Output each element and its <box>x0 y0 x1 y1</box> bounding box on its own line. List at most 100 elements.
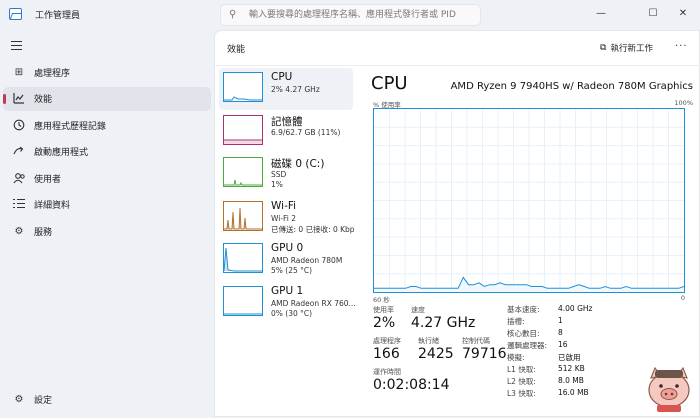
nav-item-label: 效能 <box>34 95 53 105</box>
wifi-thumbnail-graph <box>223 201 263 231</box>
processes-value: 166 <box>373 346 400 362</box>
threads-value: 2425 <box>418 346 454 362</box>
nav-item-label: 使用者 <box>34 175 62 185</box>
device-detail: 2% 4.27 GHz <box>271 85 320 94</box>
utilization-label: 使用率 <box>373 306 394 314</box>
hamburger-menu-icon[interactable] <box>11 41 22 50</box>
device-item-gpu0[interactable]: GPU 0 AMD Radeon 780M 5% (25 °C) <box>219 239 353 281</box>
cpu-graph-svg <box>374 109 685 292</box>
details-list-icon <box>12 198 26 212</box>
device-detail: 6.9/62.7 GB (11%) <box>271 128 341 137</box>
device-detail: Wi-Fi 2 <box>271 214 297 223</box>
spec-value: 512 KB <box>558 364 585 373</box>
pig-mascot-watermark <box>643 362 696 414</box>
cpu-model: AMD Ryzen 9 7940HS w/ Radeon 780M Graphi… <box>450 81 693 92</box>
memory-thumbnail-graph <box>223 115 263 145</box>
maximize-button[interactable]: ☐ <box>638 0 668 26</box>
nav-item-settings[interactable]: ⚙ 設定 <box>3 388 211 412</box>
nav-item-label: 啟動應用程式 <box>34 148 89 158</box>
nav-item-performance[interactable]: 效能 <box>3 87 211 111</box>
spec-label: 核心數目: <box>507 329 540 338</box>
spec-value: 8.0 MB <box>558 376 584 385</box>
uptime-value: 0:02:08:14 <box>373 377 450 393</box>
nav-item-label: 詳細資料 <box>34 201 71 211</box>
device-detail: 0% (30 °C) <box>271 309 313 318</box>
header-divider <box>215 65 700 66</box>
performance-page: 效能 ⧉ 執行新工作 ··· CPU 2% 4.27 GHz 記憶體 6.9/6… <box>214 30 700 417</box>
startup-icon <box>12 145 26 159</box>
spec-label: 插槽: <box>507 317 525 326</box>
spec-label: L3 快取: <box>507 389 536 398</box>
minimize-button[interactable]: — <box>586 0 616 26</box>
spec-label: 基本速度: <box>507 305 540 314</box>
nav-item-processes[interactable]: ⊞ 處理程序 <box>3 61 211 85</box>
gpu1-thumbnail-graph <box>223 286 263 316</box>
nav-item-label: 設定 <box>34 396 53 406</box>
handles-label: 控制代碼 <box>462 337 490 345</box>
disk-thumbnail-graph <box>223 157 263 187</box>
run-new-task-label: 執行新工作 <box>610 44 653 54</box>
spec-value: 16 <box>558 340 568 349</box>
max-label: 100% <box>674 99 693 107</box>
processes-grid-icon: ⊞ <box>14 67 24 78</box>
more-options-button[interactable]: ··· <box>675 41 688 52</box>
nav-item-users[interactable]: 使用者 <box>3 167 211 191</box>
device-item-gpu1[interactable]: GPU 1 AMD Radeon RX 760... 0% (30 °C) <box>219 282 356 324</box>
nav-item-app-history[interactable]: 應用程式歷程記錄 <box>3 114 211 138</box>
spec-value: 4.00 GHz <box>558 304 593 313</box>
device-detail: SSD <box>271 170 287 179</box>
nav-item-label: 服務 <box>34 228 53 238</box>
search-box[interactable]: ⚲ <box>220 4 481 26</box>
app-title: 工作管理員 <box>35 11 81 21</box>
title-bar: 工作管理員 ⚲ — ☐ ✕ <box>0 0 700 30</box>
device-detail: AMD Radeon RX 760... <box>271 299 356 308</box>
speed-value: 4.27 GHz <box>411 315 476 331</box>
device-detail: 1% <box>271 180 283 189</box>
device-name: 磁碟 0 (C:) <box>271 158 325 170</box>
nav-item-startup-apps[interactable]: 啟動應用程式 <box>3 140 211 164</box>
spec-label: L2 快取: <box>507 377 536 386</box>
device-detail: AMD Radeon 780M <box>271 256 343 265</box>
task-manager-app-icon <box>9 8 22 20</box>
spec-label: 邏輯處理器: <box>507 341 548 350</box>
nav-item-label: 處理程序 <box>34 69 71 79</box>
utilization-value: 2% <box>373 315 396 331</box>
device-item-disk[interactable]: 磁碟 0 (C:) SSD 1% <box>219 153 353 195</box>
device-detail: 5% (25 °C) <box>271 266 313 275</box>
handles-value: 79716 <box>462 346 507 362</box>
history-icon <box>12 119 26 133</box>
spec-value: 1 <box>558 316 563 325</box>
gpu0-thumbnail-graph <box>223 243 263 273</box>
device-name: Wi-Fi <box>271 200 297 212</box>
nav-item-services[interactable]: ⚙ 服務 <box>3 220 211 244</box>
min-label: 0 <box>680 294 685 302</box>
device-name: GPU 0 <box>271 242 304 254</box>
run-new-task-button[interactable]: ⧉ 執行新工作 <box>600 39 653 57</box>
run-task-icon: ⧉ <box>600 43 607 53</box>
uptime-label: 運作時間 <box>373 368 401 376</box>
spec-value: 8 <box>558 328 563 337</box>
gear-icon: ⚙ <box>14 394 24 405</box>
cpu-title: CPU <box>371 73 408 94</box>
performance-chart-icon <box>12 92 26 106</box>
close-button[interactable]: ✕ <box>668 0 698 26</box>
processes-label: 處理程序 <box>373 337 401 345</box>
device-item-wifi[interactable]: Wi-Fi Wi-Fi 2 已傳送: 0 已接收: 0 Kbps <box>219 197 355 239</box>
search-input[interactable] <box>245 7 475 23</box>
device-item-cpu[interactable]: CPU 2% 4.27 GHz <box>219 68 353 110</box>
spec-label: L1 快取: <box>507 365 536 374</box>
nav-item-label: 應用程式歷程記錄 <box>34 122 107 132</box>
device-item-memory[interactable]: 記憶體 6.9/62.7 GB (11%) <box>219 111 353 153</box>
threads-label: 執行緒 <box>418 337 439 345</box>
nav-item-details[interactable]: 詳細資料 <box>3 193 211 217</box>
spec-value: 已啟用 <box>558 353 581 362</box>
task-manager-window: 工作管理員 ⚲ — ☐ ✕ ⊞ 處理程序 效能 應用程式歷程記錄 啟動應用程式 <box>0 0 700 417</box>
cpu-utilization-graph <box>373 108 685 293</box>
device-detail: 已傳送: 0 已接收: 0 Kbps <box>271 225 355 234</box>
cpu-thumbnail-graph <box>223 72 263 102</box>
device-name: CPU <box>271 71 293 83</box>
page-title: 效能 <box>227 45 246 55</box>
search-icon: ⚲ <box>229 9 237 20</box>
users-icon <box>12 172 26 186</box>
device-name: GPU 1 <box>271 285 304 297</box>
